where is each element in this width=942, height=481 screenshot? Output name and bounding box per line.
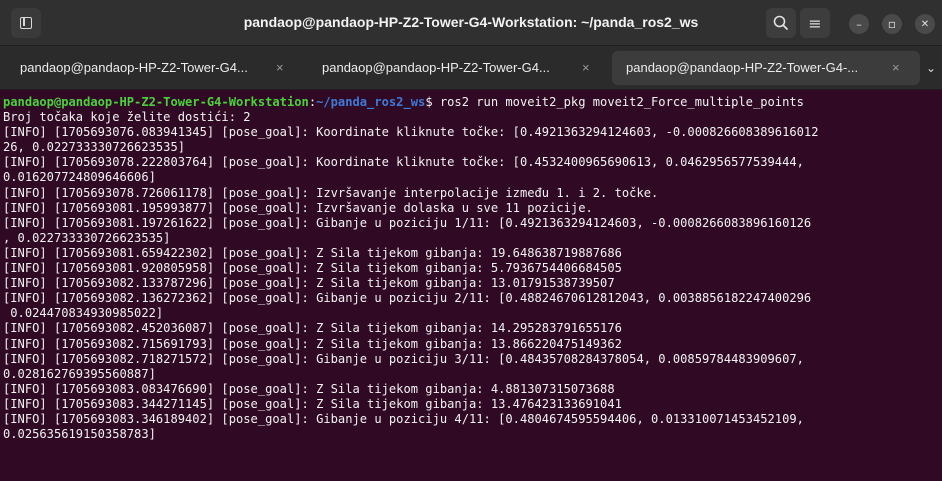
output-line: [INFO] [1705693081.920805958] [pose_goal…	[3, 261, 622, 276]
prompt-path: ~/panda_ros2_ws	[316, 95, 426, 109]
close-button[interactable]: ✕	[915, 14, 935, 34]
output-line: [INFO] [1705693081.195993877] [pose_goal…	[3, 200, 593, 215]
chevron-down-icon[interactable]: ⌄	[926, 61, 936, 75]
prompt-user-host: pandaop@pandaop-HP-Z2-Tower-G4-Workstati…	[3, 95, 309, 109]
menu-button[interactable]: ≡	[800, 8, 830, 38]
prompt-dollar: $	[425, 95, 440, 109]
close-icon: ✕	[920, 18, 930, 30]
output-line: 0.028162769395560887]	[3, 366, 156, 381]
minimize-button[interactable]: –	[849, 14, 869, 34]
output-line: [INFO] [1705693076.083941345] [pose_goal…	[3, 125, 819, 140]
output-line: [INFO] [1705693082.452036087] [pose_goal…	[3, 321, 622, 336]
output-line: [INFO] [1705693081.197261622] [pose_goal…	[3, 215, 812, 230]
minimize-icon: –	[856, 17, 862, 31]
output-line: [INFO] [1705693078.222803764] [pose_goal…	[3, 155, 804, 170]
title-bar[interactable]: pandaop@pandaop-HP-Z2-Tower-G4-Workstati…	[0, 0, 942, 46]
output-line: [INFO] [1705693082.718271572] [pose_goal…	[3, 351, 804, 366]
prompt-line: pandaop@pandaop-HP-Z2-Tower-G4-Workstati…	[3, 95, 942, 110]
output-line: [INFO] [1705693083.083476690] [pose_goal…	[3, 381, 615, 396]
tab-bar: pandaop@pandaop-HP-Z2-Tower-G4... × pand…	[0, 46, 942, 90]
output-line: [INFO] [1705693082.133787296] [pose_goal…	[3, 276, 615, 291]
command-text: ros2 run moveit2_pkg moveit2_Force_multi…	[439, 95, 804, 109]
tab-close-icon[interactable]: ×	[276, 51, 284, 85]
prompt-separator: :	[308, 95, 317, 109]
output-line: [INFO] [1705693082.715691793] [pose_goal…	[3, 336, 622, 351]
output-line: 0.024470834930985022]	[3, 306, 164, 321]
tab-close-icon[interactable]: ×	[582, 51, 590, 85]
tab-terminal-3[interactable]: pandaop@pandaop-HP-Z2-Tower-G4-... ×	[612, 51, 920, 85]
terminal-output[interactable]: pandaop@pandaop-HP-Z2-Tower-G4-Workstati…	[0, 90, 942, 481]
output-line: [INFO] [1705693083.346189402] [pose_goal…	[3, 411, 804, 426]
output-line: [INFO] [1705693078.726061178] [pose_goal…	[3, 185, 659, 200]
output-line: 0.025635619150358783]	[3, 427, 156, 442]
output-line: [INFO] [1705693083.344271145] [pose_goal…	[3, 396, 622, 411]
tab-label: pandaop@pandaop-HP-Z2-Tower-G4...	[322, 60, 550, 75]
hamburger-menu-icon: ≡	[808, 13, 822, 33]
output-line: [INFO] [1705693082.136272362] [pose_goal…	[3, 291, 812, 306]
tab-terminal-1[interactable]: pandaop@pandaop-HP-Z2-Tower-G4... ×	[6, 51, 304, 85]
search-icon	[773, 15, 788, 30]
tab-terminal-2[interactable]: pandaop@pandaop-HP-Z2-Tower-G4... ×	[308, 51, 606, 85]
tab-label: pandaop@pandaop-HP-Z2-Tower-G4-...	[626, 60, 859, 75]
tab-close-icon[interactable]: ×	[892, 51, 900, 85]
output-line: 26, 0.022733330726623535]	[3, 140, 186, 155]
maximize-icon: ▫	[887, 17, 897, 31]
output-line: [INFO] [1705693081.659422302] [pose_goal…	[3, 245, 622, 260]
search-button[interactable]	[766, 8, 796, 38]
output-line: , 0.022733330726623535]	[3, 230, 171, 245]
tab-label: pandaop@pandaop-HP-Z2-Tower-G4...	[20, 60, 248, 75]
maximize-button[interactable]: ▫	[882, 14, 902, 34]
terminal-window: pandaop@pandaop-HP-Z2-Tower-G4-Workstati…	[0, 0, 942, 481]
output-line: 0.016207724809646606]	[3, 170, 156, 185]
output-line: Broj točaka koje želite dostići: 2	[3, 110, 251, 125]
